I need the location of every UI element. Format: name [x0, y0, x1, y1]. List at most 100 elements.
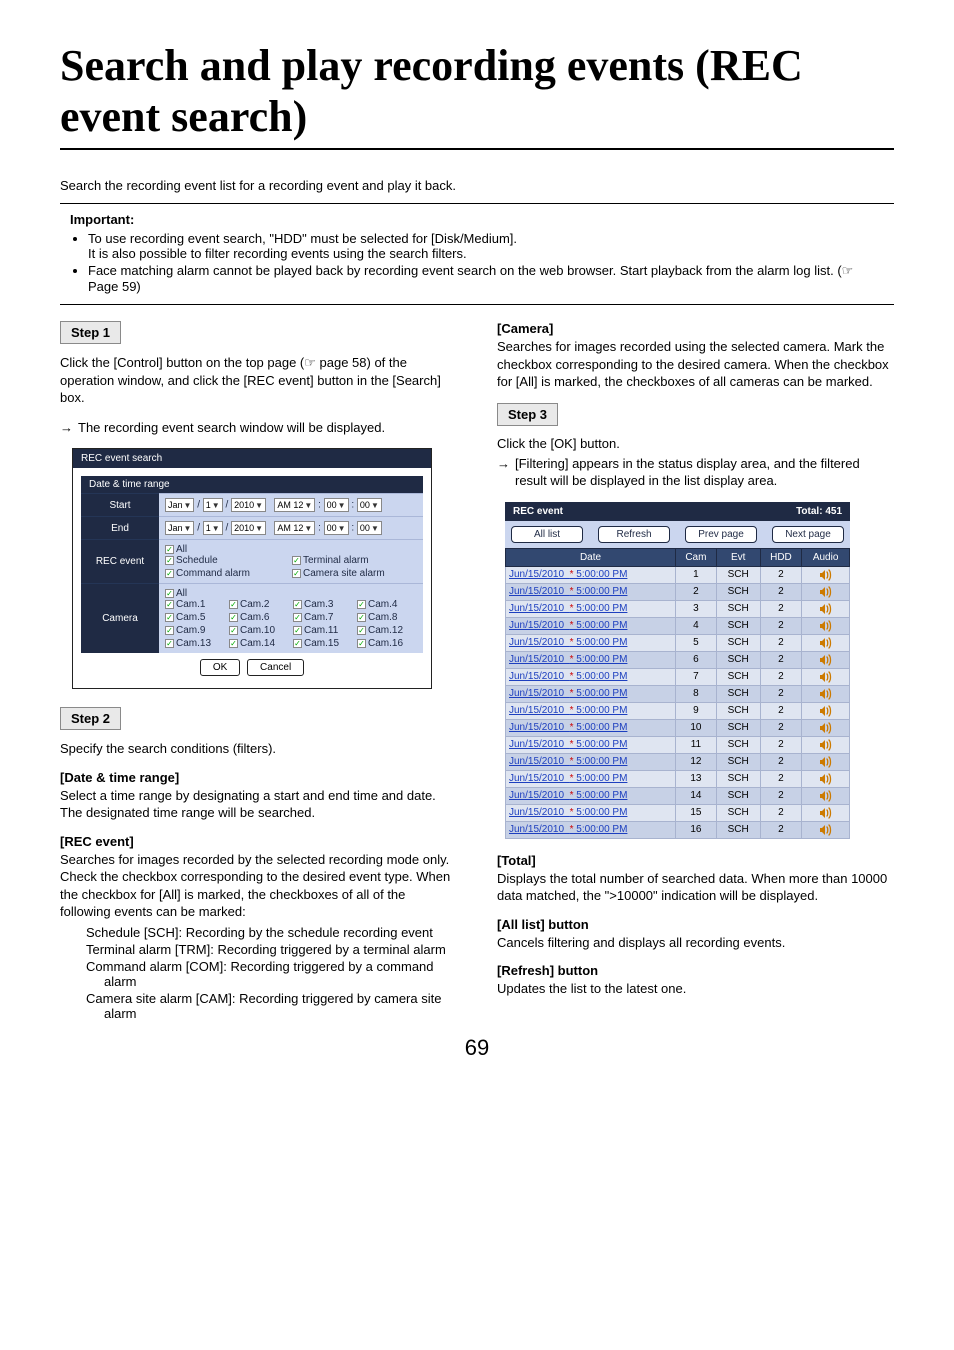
step3-result-text: [Filtering] appears in the status displa…: [515, 455, 894, 490]
checkbox[interactable]: ✓: [229, 639, 238, 648]
checkbox[interactable]: ✓: [293, 613, 302, 622]
date-cell[interactable]: Jun/15/2010 * 5:00:00 PM: [506, 634, 676, 651]
date-cell[interactable]: Jun/15/2010 * 5:00:00 PM: [506, 651, 676, 668]
checkbox[interactable]: ✓: [165, 613, 174, 622]
audio-icon: [802, 719, 850, 736]
checkbox[interactable]: ✓: [292, 569, 301, 578]
checkbox-label: Cam.10: [240, 625, 275, 636]
month-select[interactable]: Jan▼: [165, 498, 194, 512]
table-row: Jun/15/2010 * 5:00:00 PM5SCH2: [506, 634, 850, 651]
all-list-heading: [All list] button: [497, 917, 894, 932]
cam-cell: 5: [676, 634, 717, 651]
date-cell[interactable]: Jun/15/2010 * 5:00:00 PM: [506, 719, 676, 736]
audio-icon: [802, 566, 850, 583]
checkbox-label: Cam.12: [368, 625, 403, 636]
col-date: Date: [506, 548, 676, 566]
checkbox[interactable]: ✓: [165, 639, 174, 648]
checkbox[interactable]: ✓: [165, 569, 174, 578]
date-cell[interactable]: Jun/15/2010 * 5:00:00 PM: [506, 787, 676, 804]
checkbox[interactable]: ✓: [357, 613, 366, 622]
prev-page-button[interactable]: Prev page: [685, 526, 757, 543]
checkbox[interactable]: ✓: [229, 613, 238, 622]
right-column: [Camera] Searches for images recorded us…: [497, 321, 894, 1023]
evt-cell: SCH: [716, 668, 760, 685]
cam-cell: 4: [676, 617, 717, 634]
month-select[interactable]: Jan▼: [165, 521, 194, 535]
ampm-select[interactable]: AM 12▼: [274, 521, 315, 535]
checkbox[interactable]: ✓: [357, 639, 366, 648]
table-row: Jun/15/2010 * 5:00:00 PM12SCH2: [506, 753, 850, 770]
date-cell[interactable]: Jun/15/2010 * 5:00:00 PM: [506, 804, 676, 821]
checkbox-label: Cam.16: [368, 638, 403, 649]
checkbox[interactable]: ✓: [165, 626, 174, 635]
refresh-heading: [Refresh] button: [497, 963, 894, 978]
year-select[interactable]: 2010▼: [231, 521, 266, 535]
checkbox[interactable]: ✓: [357, 600, 366, 609]
rec-event-search-window: REC event search Date & time range Start…: [72, 448, 432, 689]
date-cell[interactable]: Jun/15/2010 * 5:00:00 PM: [506, 770, 676, 787]
year-select[interactable]: 2010▼: [231, 498, 266, 512]
checkbox[interactable]: ✓: [229, 600, 238, 609]
step3-result: → [Filtering] appears in the status disp…: [497, 455, 894, 490]
ss1-camera-label: Camera: [81, 583, 159, 653]
date-cell[interactable]: Jun/15/2010 * 5:00:00 PM: [506, 668, 676, 685]
ss2-head-right: Total: 451: [796, 506, 842, 517]
checkbox[interactable]: ✓: [165, 556, 174, 565]
total-text: Displays the total number of searched da…: [497, 870, 894, 905]
date-cell[interactable]: Jun/15/2010 * 5:00:00 PM: [506, 600, 676, 617]
checkbox-label: All: [176, 588, 187, 599]
intro-text: Search the recording event list for a re…: [60, 178, 894, 193]
hdd-cell: 2: [760, 770, 802, 787]
date-cell[interactable]: Jun/15/2010 * 5:00:00 PM: [506, 753, 676, 770]
next-page-button[interactable]: Next page: [772, 526, 844, 543]
ss2-head-left: REC event: [513, 506, 563, 517]
checkbox[interactable]: ✓: [165, 589, 174, 598]
second-select[interactable]: 00▼: [357, 498, 382, 512]
second-select[interactable]: 00▼: [357, 521, 382, 535]
table-row: Jun/15/2010 * 5:00:00 PM9SCH2: [506, 702, 850, 719]
evt-cell: SCH: [716, 804, 760, 821]
event-type-site: Camera site alarm [CAM]: Recording trigg…: [60, 991, 457, 1021]
step1-result-text: The recording event search window will b…: [78, 419, 385, 437]
checkbox[interactable]: ✓: [293, 626, 302, 635]
evt-cell: SCH: [716, 634, 760, 651]
rec-event-text: Searches for images recorded by the sele…: [60, 851, 457, 921]
ok-button[interactable]: OK: [200, 659, 240, 676]
ampm-select[interactable]: AM 12▼: [274, 498, 315, 512]
evt-cell: SCH: [716, 651, 760, 668]
day-select[interactable]: 1▼: [203, 521, 223, 535]
date-cell[interactable]: Jun/15/2010 * 5:00:00 PM: [506, 685, 676, 702]
audio-icon: [802, 634, 850, 651]
checkbox[interactable]: ✓: [165, 545, 174, 554]
checkbox[interactable]: ✓: [165, 600, 174, 609]
checkbox-label: Cam.4: [368, 599, 397, 610]
day-select[interactable]: 1▼: [203, 498, 223, 512]
checkbox[interactable]: ✓: [292, 556, 301, 565]
checkbox[interactable]: ✓: [293, 639, 302, 648]
hdd-cell: 2: [760, 753, 802, 770]
hdd-cell: 2: [760, 702, 802, 719]
evt-cell: SCH: [716, 685, 760, 702]
refresh-button[interactable]: Refresh: [598, 526, 670, 543]
audio-icon: [802, 821, 850, 838]
cam-cell: 9: [676, 702, 717, 719]
date-cell[interactable]: Jun/15/2010 * 5:00:00 PM: [506, 702, 676, 719]
audio-icon: [802, 804, 850, 821]
date-cell[interactable]: Jun/15/2010 * 5:00:00 PM: [506, 821, 676, 838]
date-cell[interactable]: Jun/15/2010 * 5:00:00 PM: [506, 583, 676, 600]
important-box: Important: To use recording event search…: [60, 203, 894, 305]
evt-cell: SCH: [716, 617, 760, 634]
date-cell[interactable]: Jun/15/2010 * 5:00:00 PM: [506, 566, 676, 583]
minute-select[interactable]: 00▼: [324, 498, 349, 512]
evt-cell: SCH: [716, 787, 760, 804]
all-list-button[interactable]: All list: [511, 526, 583, 543]
checkbox[interactable]: ✓: [293, 600, 302, 609]
cancel-button[interactable]: Cancel: [247, 659, 304, 676]
checkbox[interactable]: ✓: [229, 626, 238, 635]
date-cell[interactable]: Jun/15/2010 * 5:00:00 PM: [506, 617, 676, 634]
checkbox[interactable]: ✓: [357, 626, 366, 635]
minute-select[interactable]: 00▼: [324, 521, 349, 535]
audio-icon: [802, 651, 850, 668]
date-cell[interactable]: Jun/15/2010 * 5:00:00 PM: [506, 736, 676, 753]
step2-text: Specify the search conditions (filters).: [60, 740, 457, 758]
